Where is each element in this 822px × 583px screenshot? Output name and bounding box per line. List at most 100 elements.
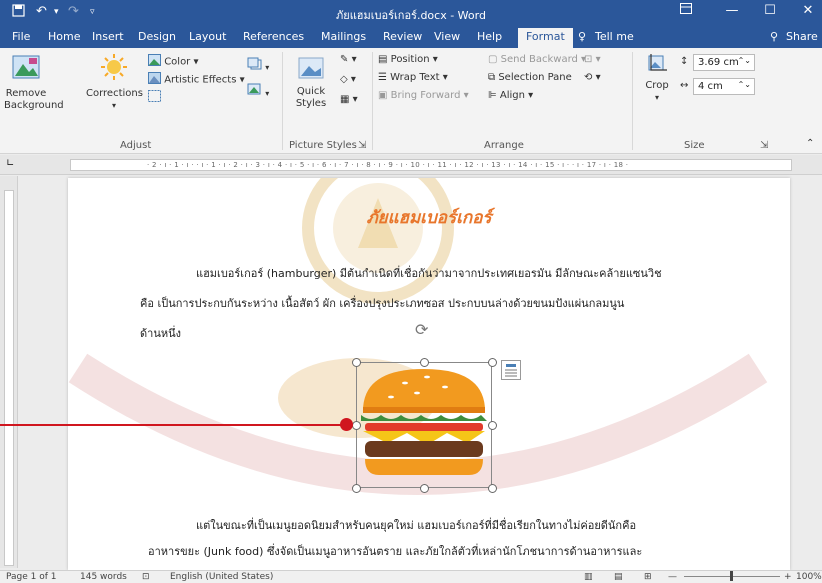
word-count[interactable]: 145 words: [80, 572, 127, 582]
zoom-in-icon[interactable]: +: [784, 572, 792, 582]
status-bar: Page 1 of 1 145 words ⊡ English (United …: [0, 570, 822, 583]
transparency-button[interactable]: [148, 90, 161, 105]
dialog-launcher-icon[interactable]: ⇲: [358, 140, 366, 151]
group-label-picture-styles: Picture Styles: [289, 140, 357, 151]
share-button[interactable]: Share: [786, 30, 818, 43]
print-layout-icon[interactable]: ▤: [614, 572, 623, 582]
tab-home[interactable]: Home: [48, 30, 80, 43]
tab-mailings[interactable]: Mailings: [321, 30, 366, 43]
color-label: Color: [164, 56, 191, 68]
tab-help[interactable]: Help: [477, 30, 502, 43]
tab-selector-icon[interactable]: ∟: [6, 158, 14, 169]
resize-handle-top-right[interactable]: [488, 358, 497, 367]
height-value: 3.69 cm: [698, 57, 739, 68]
lightbulb-icon: ♀: [578, 30, 587, 43]
height-spinner-icon[interactable]: ⌃⌄: [738, 56, 751, 65]
crop-label: Crop: [645, 80, 669, 91]
zoom-slider-thumb[interactable]: [730, 571, 733, 581]
resize-handle-bottom-left[interactable]: [352, 484, 361, 493]
close-icon[interactable]: ✕: [798, 3, 818, 18]
tab-format[interactable]: Format: [518, 28, 573, 48]
ribbon-display-options-icon[interactable]: [676, 3, 696, 18]
selection-pane-label: Selection Pane: [498, 72, 572, 83]
zoom-out-icon[interactable]: —: [668, 572, 677, 582]
compress-pictures-icon[interactable]: ▾: [246, 56, 269, 73]
size-dialog-launcher-icon[interactable]: ⇲: [760, 140, 768, 151]
group-label-size: Size: [684, 140, 705, 151]
resize-handle-bottom-right[interactable]: [488, 484, 497, 493]
color-button[interactable]: Color ▾: [148, 54, 199, 69]
maximize-icon[interactable]: ☐: [760, 3, 780, 18]
tab-layout[interactable]: Layout: [189, 30, 226, 43]
width-spinner-icon[interactable]: ⌃⌄: [738, 80, 751, 89]
bring-forward-button[interactable]: ▣ Bring Forward ▾: [378, 90, 469, 101]
wrap-text-label: Wrap Text: [390, 72, 440, 83]
language-indicator[interactable]: English (United States): [170, 572, 273, 582]
quick-styles-icon: [298, 57, 324, 79]
align-button[interactable]: ⊫ Align ▾: [488, 90, 533, 101]
wrap-text-icon: ☰: [378, 72, 387, 83]
position-button[interactable]: ▤ Position ▾: [378, 54, 438, 65]
web-layout-icon[interactable]: ⊞: [644, 572, 652, 582]
remove-background-label: Remove Background: [4, 88, 64, 111]
layout-options-icon: [505, 364, 517, 377]
wrap-text-button[interactable]: ☰ Wrap Text ▾: [378, 72, 448, 83]
resize-handle-left[interactable]: [352, 421, 361, 430]
tab-review[interactable]: Review: [383, 30, 422, 43]
paragraph-1-line-1: แฮมเบอร์เกอร์ (hamburger) มีต้นกำเนิดที่…: [196, 267, 662, 280]
resize-handle-bottom[interactable]: [420, 484, 429, 493]
minimize-icon[interactable]: —: [722, 3, 742, 18]
picture-border-icon: ✎: [340, 54, 349, 65]
crop-icon: [648, 54, 667, 71]
proofing-icon[interactable]: ⊡: [142, 572, 150, 582]
rotate-handle-icon[interactable]: ⟳: [415, 320, 428, 339]
selection-pane-icon: ⧉: [488, 72, 496, 83]
share-icon[interactable]: ⚲: [770, 30, 778, 43]
selection-pane-button[interactable]: ⧉ Selection Pane: [488, 72, 572, 83]
ribbon-tabs: File Home Insert Design Layout Reference…: [0, 26, 822, 48]
rotate-objects-button[interactable]: ⟲ ▾: [584, 72, 601, 83]
send-backward-button[interactable]: ▢ Send Backward ▾: [488, 54, 586, 65]
collapse-ribbon-icon[interactable]: ⌃: [806, 138, 814, 149]
crop-button[interactable]: Crop ▾: [640, 52, 674, 104]
group-objects-icon: ⊡: [584, 54, 593, 65]
selected-picture-frame[interactable]: [356, 362, 492, 488]
tab-view[interactable]: View: [434, 30, 460, 43]
picture-effects-button[interactable]: ◇ ▾: [340, 74, 356, 85]
title-bar: ↶ ▾ ↷ ▿ ภัยแฮมเบอร์เกอร์.docx - Word — ☐…: [0, 0, 822, 26]
picture-border-button[interactable]: ✎ ▾: [340, 54, 357, 65]
corrections-button[interactable]: Corrections ▾: [86, 52, 143, 112]
artistic-effects-button[interactable]: Artistic Effects ▾: [148, 72, 245, 87]
annotation-pointer-line: [0, 424, 346, 426]
height-field[interactable]: 3.69 cm ⌃⌄: [693, 54, 755, 71]
group-objects-button[interactable]: ⊡ ▾: [584, 54, 601, 65]
page-count[interactable]: Page 1 of 1: [6, 572, 57, 582]
resize-handle-top-left[interactable]: [352, 358, 361, 367]
picture-layout-button[interactable]: ▦ ▾: [340, 94, 358, 105]
send-backward-icon: ▢: [488, 54, 498, 65]
paragraph-2-line-2: อาหารขยะ (Junk food) ซึ่งจัดเป็นเมนูอาหา…: [148, 545, 643, 558]
position-icon: ▤: [378, 54, 388, 65]
layout-options-button[interactable]: [501, 360, 521, 380]
resize-handle-right[interactable]: [488, 421, 497, 430]
resize-handle-top[interactable]: [420, 358, 429, 367]
zoom-level[interactable]: 100%: [796, 572, 822, 582]
tab-insert[interactable]: Insert: [92, 30, 124, 43]
change-picture-icon[interactable]: ▾: [246, 82, 269, 99]
horizontal-ruler[interactable]: ∟ · 2 · ı · 1 · ı · · ı · 1 · ı · 2 · ı …: [0, 155, 822, 175]
document-page[interactable]: ภัยแฮมเบอร์เกอร์ แฮมเบอร์เกอร์ (hamburge…: [68, 178, 790, 570]
tab-file[interactable]: File: [12, 30, 30, 43]
tab-references[interactable]: References: [243, 30, 304, 43]
read-mode-icon[interactable]: ▥: [584, 572, 593, 582]
remove-background-button[interactable]: Remove Background: [4, 52, 64, 112]
bring-forward-icon: ▣: [378, 90, 388, 101]
hamburger-picture[interactable]: [357, 363, 491, 487]
quick-styles-button[interactable]: Quick Styles: [289, 52, 333, 110]
width-field[interactable]: 4 cm ⌃⌄: [693, 78, 755, 95]
window-title: ภัยแฮมเบอร์เกอร์.docx - Word: [336, 9, 486, 22]
tab-design[interactable]: Design: [138, 30, 176, 43]
vertical-ruler[interactable]: [0, 176, 18, 568]
tell-me-search[interactable]: Tell me: [595, 30, 634, 43]
paragraph-2-line-1: แต่ในขณะที่เป็นเมนูยอดนิยมสำหรับคนยุคใหม…: [196, 519, 637, 532]
paragraph-1-line-2: คือ เป็นการประกบกันระหว่าง เนื้อสัตว์ ผั…: [140, 297, 625, 310]
